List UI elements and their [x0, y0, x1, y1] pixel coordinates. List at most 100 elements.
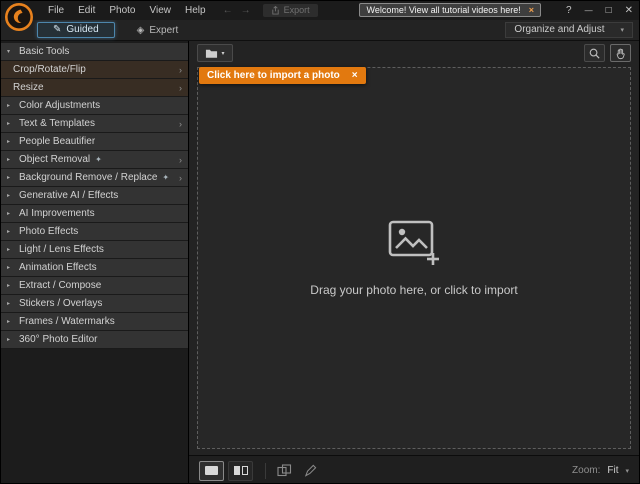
sidebar-item-label: Resize	[13, 82, 44, 93]
menu-help[interactable]: Help	[178, 5, 213, 16]
menu-edit[interactable]: Edit	[71, 5, 102, 16]
sidebar-item-ai-improvements[interactable]: ▸AI Improvements	[1, 205, 188, 223]
notification-text: Welcome! View all tutorial videos here!	[366, 5, 520, 15]
before-after-button[interactable]	[274, 462, 294, 480]
sidebar-item-background-remove-replace[interactable]: ▸Background Remove / Replace✦›	[1, 169, 188, 187]
sidebar-item-people-beautifier[interactable]: ▸People Beautifier	[1, 133, 188, 151]
bottom-bar: Zoom: Fit ▾	[189, 455, 639, 484]
photo-dropzone[interactable]: Drag your photo here, or click to import	[197, 67, 631, 449]
photo-editor-window: FileEditPhotoViewHelp ← → Export Welcome…	[0, 0, 640, 484]
sidebar-item-label: Light / Lens Effects	[19, 244, 104, 255]
pen-display-button[interactable]	[300, 462, 320, 480]
add-photo-icon	[387, 219, 441, 267]
notification-close-icon[interactable]: ×	[529, 5, 534, 15]
folder-icon	[205, 48, 218, 59]
collapsed-triangle-icon: ▸	[7, 210, 19, 217]
organize-and-adjust-dropdown[interactable]: Organize and Adjust ▾	[505, 22, 633, 38]
collapsed-triangle-icon: ▸	[7, 138, 19, 145]
sidebar-item-crop-rotate-flip[interactable]: Crop/Rotate/Flip›	[1, 61, 188, 79]
menu-file[interactable]: File	[41, 5, 71, 16]
tutorial-notification: Welcome! View all tutorial videos here! …	[359, 3, 541, 17]
sidebar-item-label: Photo Effects	[19, 226, 78, 237]
sidebar-item-basic-tools[interactable]: ▾Basic Tools	[1, 43, 188, 61]
collapsed-triangle-icon: ▸	[7, 174, 19, 181]
callout-close-icon[interactable]: ×	[352, 70, 358, 81]
zoom-label: Zoom:	[572, 465, 600, 476]
window-controls: ? — □ ✕	[566, 1, 633, 20]
forward-icon[interactable]: →	[241, 5, 251, 16]
sidebar-item-photo-effects[interactable]: ▸Photo Effects	[1, 223, 188, 241]
chevron-right-icon: ›	[179, 83, 182, 93]
expert-label: Expert	[149, 25, 178, 36]
sidebar-item-label: Extract / Compose	[19, 280, 101, 291]
sidebar-item-label: Text & Templates	[19, 118, 95, 129]
maximize-icon[interactable]: □	[606, 5, 612, 16]
sidebar-item-label: Object Removal	[19, 154, 90, 165]
chevron-down-icon: ▾	[620, 26, 624, 34]
minimize-icon[interactable]: —	[585, 6, 593, 15]
main-area: ▾	[189, 41, 639, 484]
collapsed-triangle-icon: ▸	[7, 282, 19, 289]
menu-view[interactable]: View	[143, 5, 179, 16]
canvas-area: Click here to import a photo × Drag your…	[197, 67, 631, 449]
collapsed-triangle-icon: ▸	[7, 336, 19, 343]
sidebar-item-frames-watermarks[interactable]: ▸Frames / Watermarks	[1, 313, 188, 331]
collapsed-triangle-icon: ▸	[7, 228, 19, 235]
tab-expert[interactable]: ◈ Expert	[131, 24, 185, 37]
collapsed-triangle-icon: ▸	[7, 246, 19, 253]
help-button[interactable]: ?	[566, 5, 572, 16]
sidebar-item-label: Frames / Watermarks	[19, 316, 115, 327]
tab-guided[interactable]: ✎ Guided	[37, 22, 115, 38]
sidebar-item-label: Animation Effects	[19, 262, 97, 273]
zoom-value: Fit	[607, 465, 618, 476]
sidebar-item-label: 360° Photo Editor	[19, 334, 98, 345]
sidebar-item-animation-effects[interactable]: ▸Animation Effects	[1, 259, 188, 277]
sidebar-item-label: People Beautifier	[19, 136, 95, 147]
toolbar-right	[584, 44, 631, 62]
collapsed-triangle-icon: ▸	[7, 120, 19, 127]
export-button[interactable]: Export	[263, 4, 318, 17]
nav-arrows: ← →	[223, 5, 251, 16]
chevron-right-icon: ›	[179, 65, 182, 75]
sidebar-item-extract-compose[interactable]: ▸Extract / Compose	[1, 277, 188, 295]
chevron-down-icon: ▾	[221, 50, 224, 57]
close-icon[interactable]: ✕	[625, 5, 633, 16]
chevron-down-icon: ▾	[625, 467, 629, 475]
sidebar: ▾Basic ToolsCrop/Rotate/Flip› Resize › ▸Col…	[1, 41, 189, 484]
sidebar-list: ▾Basic ToolsCrop/Rotate/Flip› Resize › ▸Col…	[1, 43, 188, 349]
expert-layers-icon: ◈	[137, 25, 145, 36]
back-icon[interactable]: ←	[223, 5, 233, 16]
menubar: FileEditPhotoViewHelp	[41, 5, 213, 16]
zoom-control[interactable]: Zoom: Fit ▾	[572, 465, 629, 476]
import-photo-button[interactable]: ▾	[197, 44, 233, 62]
single-view-icon	[205, 466, 218, 475]
before-after-icon	[277, 464, 292, 477]
hand-icon	[614, 47, 627, 60]
guided-label: Guided	[66, 24, 98, 35]
sidebar-item-object-removal[interactable]: ▸Object Removal✦›	[1, 151, 188, 169]
single-view-button[interactable]	[199, 461, 224, 481]
organize-label: Organize and Adjust	[514, 24, 604, 35]
chevron-right-icon: ›	[179, 119, 182, 129]
import-callout-text: Click here to import a photo	[207, 70, 340, 81]
zoom-tool-button[interactable]	[584, 44, 605, 62]
sidebar-item-label: AI Improvements	[19, 208, 95, 219]
chevron-right-icon: ›	[179, 155, 182, 165]
sidebar-item-color-adjustments[interactable]: ▸Color Adjustments	[1, 97, 188, 115]
collapsed-triangle-icon: ▸	[7, 300, 19, 307]
sidebar-item-light-lens-effects[interactable]: ▸Light / Lens Effects	[1, 241, 188, 259]
sidebar-item-generative-ai-effects[interactable]: ▸Generative AI / Effects	[1, 187, 188, 205]
titlebar: FileEditPhotoViewHelp ← → Export Welcome…	[1, 1, 639, 20]
sidebar-item-360-photo-editor[interactable]: ▸360° Photo Editor	[1, 331, 188, 349]
compare-view-button[interactable]	[228, 461, 253, 481]
sidebar-item-text-templates[interactable]: ▸Text & Templates ›	[1, 115, 188, 133]
collapsed-triangle-icon: ▸	[7, 318, 19, 325]
sidebar-item-stickers-overlays[interactable]: ▸Stickers / Overlays	[1, 295, 188, 313]
pan-tool-button[interactable]	[610, 44, 631, 62]
sidebar-item-resize[interactable]: Resize ›	[1, 79, 188, 97]
import-callout[interactable]: Click here to import a photo ×	[199, 67, 366, 84]
app-logo	[4, 2, 34, 32]
menu-photo[interactable]: Photo	[102, 5, 142, 16]
divider	[265, 463, 266, 479]
chevron-right-icon: ›	[179, 173, 182, 183]
